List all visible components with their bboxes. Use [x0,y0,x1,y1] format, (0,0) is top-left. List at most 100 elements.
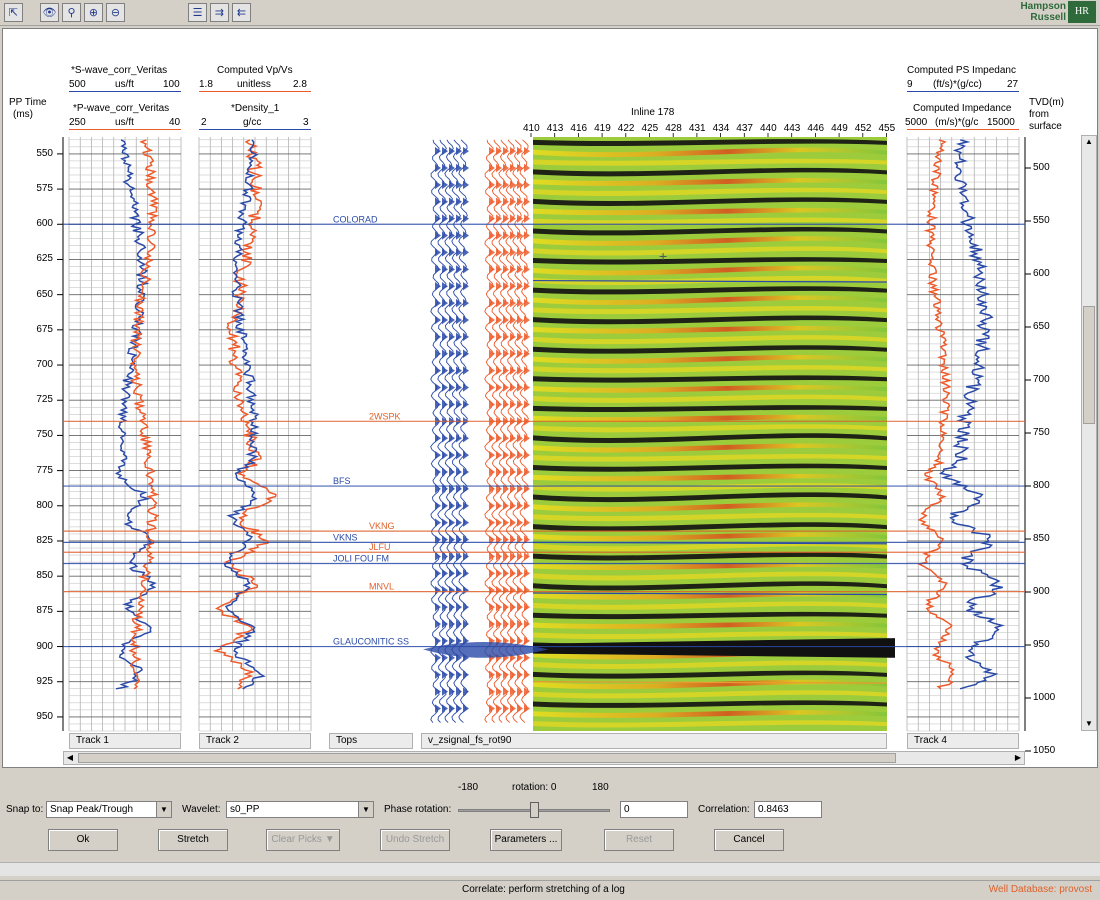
snap-label: Snap to: [6,804,44,815]
chevron-down-icon[interactable]: ▼ [156,802,171,817]
snap-value: Snap Peak/Trough [50,804,134,815]
tvd-tick: 750 [1033,427,1050,438]
synthetic-trace-blue-lobe [449,349,455,358]
synthetic-trace-red-lobe [489,400,495,409]
back-icon[interactable]: ⇇ [232,3,251,22]
zoom-out-icon[interactable]: ⊖ [106,3,125,22]
synthetic-trace-blue-lobe [442,400,448,409]
tvd-tick: 800 [1033,480,1050,491]
synthetic-trace-blue-lobe [463,248,469,257]
synthetic-trace-blue-lobe [442,467,448,477]
synthetic-trace-blue-lobe [463,586,469,595]
vertical-scrollbar[interactable]: ▲ ▼ [1081,135,1097,731]
synthetic-trace-red-lobe [496,569,502,578]
synthetic-trace-red-lobe [524,518,530,527]
time-tick: 650 [36,288,53,300]
undo-stretch-button[interactable]: Undo Stretch [380,829,450,851]
horizontal-scrollbar[interactable]: ◀ ▶ [63,751,1025,765]
wavelet-label: Wavelet: [182,804,221,815]
scroll-down-icon[interactable]: ▼ [1082,718,1096,730]
wavelet-select[interactable]: s0_PP ▼ [226,801,374,818]
scroll-right-icon[interactable]: ▶ [1012,752,1024,764]
synthetic-trace-red-lobe [524,349,530,358]
synthetic-trace-red-lobe [510,586,516,595]
synthetic-trace-red-lobe [489,501,495,511]
ok-button[interactable]: Ok [48,829,118,851]
synthetic-trace-red-lobe [489,248,495,257]
synthetic-trace-blue-lobe [442,450,448,460]
time-tick: 625 [36,253,53,265]
synthetic-trace-red-lobe [510,248,516,257]
synthetic-trace-red-lobe [496,146,502,156]
synthetic-trace-red-lobe [503,518,509,527]
synthetic-trace-red [484,139,494,723]
synthetic-trace-red-lobe [489,366,495,375]
time-tick: 750 [36,429,53,441]
synthetic-trace-blue-lobe [442,704,448,713]
export-icon[interactable]: ⇱ [4,3,23,22]
synthetic-trace-blue-lobe [435,248,441,257]
track4-label[interactable]: Track 4 [907,733,1019,749]
eye-icon[interactable]: 👁 [40,3,59,22]
synthetic-trace-blue-lobe [456,602,462,612]
tvd-tick: 1000 [1033,692,1056,703]
snap-select[interactable]: Snap Peak/Trough ▼ [46,801,172,818]
synthetic-trace-red-lobe [503,349,509,358]
clear-picks-button[interactable]: Clear Picks ▼ [266,829,340,851]
bottom-scrollbar[interactable] [0,862,1100,876]
logo-line2: Russell [1030,12,1066,23]
time-tick: 875 [36,605,53,617]
phase-input[interactable]: 0 [620,801,688,818]
synthetic-trace-blue-lobe [463,146,469,156]
synthetic-trace-red-lobe [510,569,516,578]
horizontal-scroll-thumb[interactable] [78,753,896,763]
synthetic-trace-red-lobe [517,586,523,595]
status-bar: Correlate: perform stretching of a log W… [0,880,1100,900]
synthetic-trace-blue-lobe [449,704,455,713]
synthetic-trace-red-lobe [503,281,509,291]
synthetic-trace-red [505,139,515,723]
chevron-down-icon[interactable]: ▼ [358,802,373,817]
zoom-icon[interactable]: ⚲ [62,3,81,22]
track1-label[interactable]: Track 1 [69,733,181,749]
synthetic-trace-blue-lobe [442,653,448,663]
correlation-plot[interactable]: PP Time (ms) TVD(m) from surface *S-wave… [2,28,1098,768]
synthetic-trace-blue-lobe [463,180,469,190]
synthetic-trace-red-lobe [510,281,516,291]
synthetic-trace-red [491,139,501,723]
synthetic-trace-blue-lobe [463,281,469,291]
synthetic-trace-blue-lobe [449,214,455,223]
time-tick: 800 [36,499,53,511]
synthetic-trace-red-lobe [517,248,523,257]
status-message: Correlate: perform stretching of a log [462,884,625,895]
scroll-left-icon[interactable]: ◀ [64,752,76,764]
zoom-in-icon[interactable]: ⊕ [84,3,103,22]
synthetic-trace-red-lobe [503,450,509,460]
synthetic-trace-blue-lobe [435,315,441,325]
track2-label[interactable]: Track 2 [199,733,311,749]
scroll-up-icon[interactable]: ▲ [1082,136,1096,148]
synthetic-trace-red-lobe [496,501,502,511]
seismic-label[interactable]: v_zsignal_fs_rot90 [421,733,887,749]
tvd-tick: 550 [1033,215,1050,226]
synthetic-trace-blue-lobe [435,146,441,156]
synthetic-trace-blue-lobe [449,586,455,595]
synthetic-trace-red-lobe [489,518,495,527]
forward-icon[interactable]: ⇉ [210,3,229,22]
well-tie-plot[interactable]: COLORAD 2WSPK BFS VKNG VKNS JLFUJOLI FOU FM MN… [3,29,1098,768]
synthetic-trace-red-lobe [524,281,530,291]
rotation-slider[interactable] [456,800,612,820]
synthetic-trace-blue-lobe [463,214,469,223]
synthetic-trace-red-lobe [503,602,509,612]
synthetic-trace-red-lobe [510,501,516,511]
parameters-button[interactable]: Parameters ... [490,829,562,851]
cancel-button[interactable]: Cancel [714,829,784,851]
layout-icon[interactable]: ☰ [188,3,207,22]
synthetic-trace-red-lobe [489,586,495,595]
vertical-scroll-thumb[interactable] [1083,306,1095,424]
slider-thumb[interactable] [529,802,539,818]
reset-button[interactable]: Reset [604,829,674,851]
stretch-button[interactable]: Stretch [158,829,228,851]
tops-label[interactable]: Tops [329,733,413,749]
synthetic-trace-blue-lobe [456,586,462,595]
